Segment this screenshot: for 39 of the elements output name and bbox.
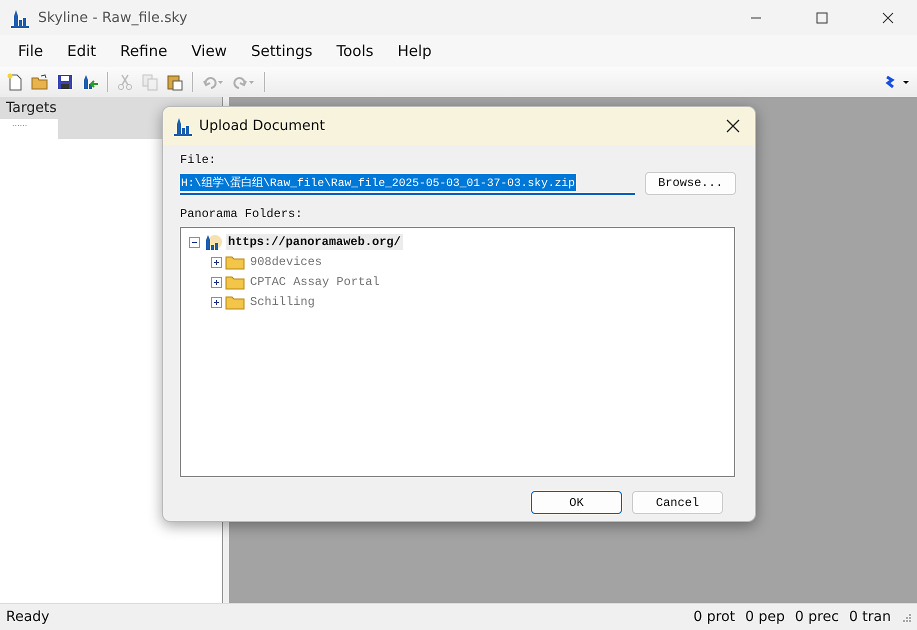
field-label: File: <box>180 153 218 167</box>
tree-item[interactable]: 908devices <box>248 254 324 270</box>
field-label: Panorama Folders: <box>180 207 304 221</box>
menu-item[interactable]: Edit <box>55 42 108 60</box>
tools-dropdown-icon[interactable] <box>884 74 910 90</box>
menu-item[interactable]: Refine <box>108 42 180 60</box>
tree-item[interactable]: https://panoramaweb.org/ <box>226 234 403 250</box>
dialog-title: Upload Document <box>199 118 326 134</box>
app-logo <box>10 8 30 28</box>
menu-item[interactable]: Settings <box>238 42 324 60</box>
resize-grip-icon <box>901 612 911 622</box>
expand-icon[interactable] <box>211 296 222 308</box>
ok-button[interactable]: OK <box>531 491 622 514</box>
status-count: 0 tran <box>848 609 891 625</box>
browse-button[interactable]: Browse... <box>645 172 736 194</box>
menu-item[interactable]: File <box>6 42 56 60</box>
tree-item[interactable]: CPTAC Assay Portal <box>248 274 382 290</box>
status-count: 0 pep <box>745 609 785 625</box>
server-icon <box>203 233 223 251</box>
expand-icon[interactable] <box>211 276 222 288</box>
expand-icon[interactable] <box>211 256 222 268</box>
dialog-logo <box>173 116 193 136</box>
cancel-button[interactable]: Cancel <box>632 491 723 514</box>
folder-icon <box>225 294 245 310</box>
close-icon <box>726 119 740 133</box>
menu-item[interactable]: View <box>179 42 239 60</box>
menu-item[interactable]: Tools <box>324 42 386 60</box>
status-count: 0 prec <box>794 609 839 625</box>
collapse-icon[interactable] <box>189 236 200 248</box>
folder-icon <box>225 254 245 270</box>
maximize-icon <box>816 12 828 24</box>
status-text: Ready <box>6 609 50 625</box>
menu-item[interactable]: Help <box>385 42 444 60</box>
folder-icon <box>225 274 245 290</box>
window-title: Skyline - Raw_file.sky <box>38 10 188 26</box>
tree-item[interactable]: Schilling <box>248 294 317 310</box>
status-count: 0 prot <box>693 609 736 625</box>
tree-stub: ...... <box>11 119 28 130</box>
close-icon <box>882 12 894 24</box>
